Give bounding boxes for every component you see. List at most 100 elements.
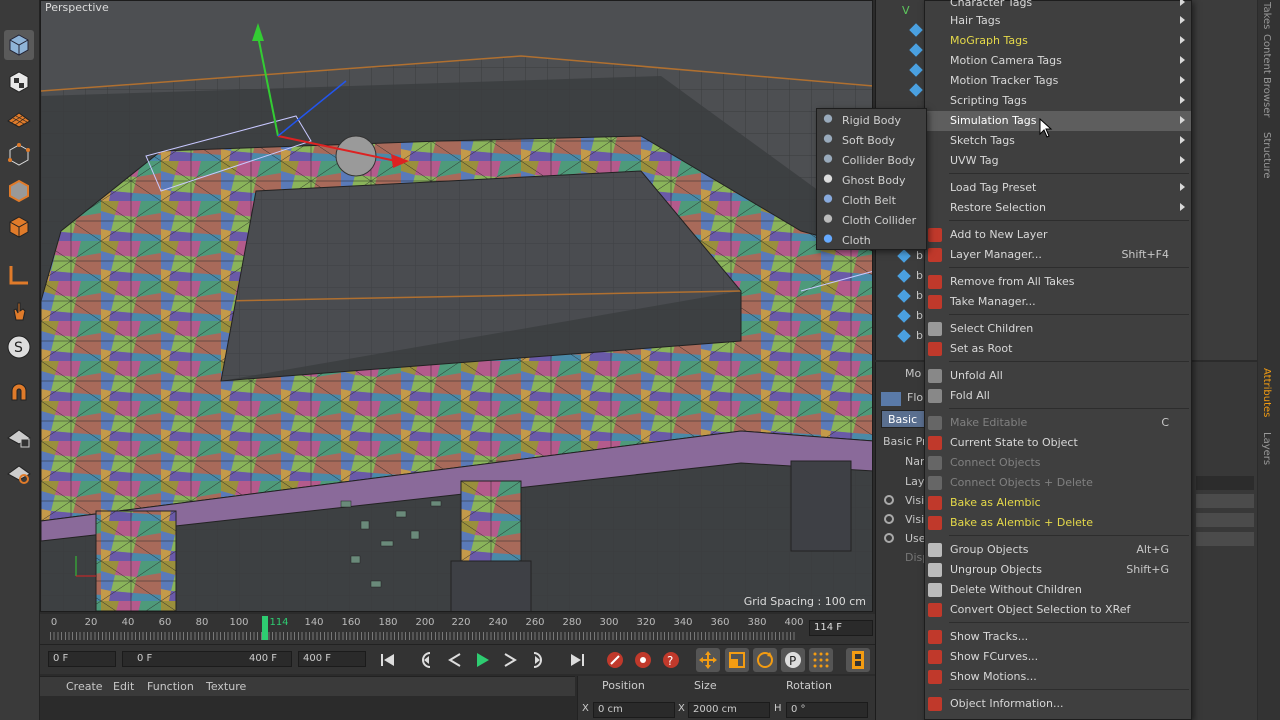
go-to-start-button[interactable] [376, 648, 400, 672]
polygons-mode-button[interactable] [4, 212, 34, 242]
cube-object-icon[interactable] [897, 269, 911, 283]
object-name-label[interactable]: b [916, 289, 923, 302]
viewport-camera-label[interactable]: Perspective [45, 1, 109, 14]
menu-item-bake-as-alembic[interactable]: Bake as Alembic [925, 493, 1191, 513]
timeline-window-button[interactable] [846, 648, 870, 672]
autokey-button[interactable] [631, 648, 655, 672]
menu-item-scripting-tags[interactable]: Scripting Tags [925, 91, 1191, 111]
menu-item-uvw-tag[interactable]: UVW Tag [925, 151, 1191, 171]
model-mode-button[interactable] [4, 30, 34, 60]
visible-editor-radio[interactable] [884, 495, 894, 505]
menu-item-set-as-root[interactable]: Set as Root [925, 339, 1191, 359]
workplane-button[interactable] [4, 103, 34, 133]
current-frame-field[interactable]: 114 F [809, 620, 873, 636]
3d-viewport[interactable]: Perspective Grid Spacing : 100 cm [40, 0, 873, 612]
tab-content-browser[interactable]: Content Browser [1261, 34, 1272, 117]
menu-item-simulation-tags[interactable]: Simulation Tags [925, 111, 1191, 131]
menu-item-show-fcurves[interactable]: Show FCurves... [925, 647, 1191, 667]
menu-item-take-manager[interactable]: Take Manager... [925, 292, 1191, 312]
preview-range-slider[interactable]: 0 F 400 F [122, 651, 292, 667]
submenu-item-cloth-belt[interactable]: Cloth Belt [817, 190, 926, 210]
tab-layers[interactable]: Layers [1261, 432, 1272, 465]
submenu-item-cloth[interactable]: Cloth [817, 230, 926, 250]
menu-item-sketch-tags[interactable]: Sketch Tags [925, 131, 1191, 151]
planar-workplane-button[interactable] [4, 458, 34, 488]
pos-x-field[interactable]: 0 cm [593, 702, 675, 718]
material-list-area[interactable] [40, 697, 575, 720]
rot-h-field[interactable]: 0 ° [786, 702, 868, 718]
layer-field[interactable] [1196, 476, 1254, 490]
menu-item-show-tracks[interactable]: Show Tracks... [925, 627, 1191, 647]
menu-item-fold-all[interactable]: Fold All [925, 386, 1191, 406]
tab-attributes[interactable]: Attributes [1261, 368, 1272, 417]
menu-edit[interactable]: Edit [113, 680, 134, 693]
menu-item-unfold-all[interactable]: Unfold All [925, 366, 1191, 386]
menu-item-motion-tracker-tags[interactable]: Motion Tracker Tags [925, 71, 1191, 91]
use-color-radio[interactable] [884, 533, 894, 543]
submenu-item-rigid-body[interactable]: Rigid Body [817, 110, 926, 130]
menu-item-connect-objects-delete[interactable]: Connect Objects + Delete [925, 473, 1191, 493]
timeline-playhead[interactable] [262, 616, 268, 640]
timeline-ruler[interactable] [50, 632, 795, 640]
go-to-end-button[interactable] [565, 648, 589, 672]
menu-item-hair-tags[interactable]: Hair Tags [925, 11, 1191, 31]
timeline[interactable]: 0 20 40 60 80 100 114 140 160 180 200 220 240 260 280 3… [40, 614, 875, 644]
cube-object-icon[interactable] [897, 329, 911, 343]
menu-item-load-tag-preset[interactable]: Load Tag Preset [925, 178, 1191, 198]
menu-item-group-objects[interactable]: Group Objects Alt+G [925, 540, 1191, 560]
menu-texture[interactable]: Texture [206, 680, 246, 693]
attr-mode-label[interactable]: Mo [905, 367, 921, 380]
end-frame-field[interactable]: 400 F [298, 651, 366, 667]
menu-item-delete-without-children[interactable]: Delete Without Children [925, 580, 1191, 600]
object-name-label[interactable]: b [916, 269, 923, 282]
cube-object-icon[interactable] [909, 23, 923, 37]
cube-object-icon[interactable] [897, 309, 911, 323]
prev-key-button[interactable] [414, 648, 438, 672]
menu-item-mograph-tags[interactable]: MoGraph Tags [925, 31, 1191, 51]
menu-item-show-motions[interactable]: Show Motions... [925, 667, 1191, 687]
cube-object-icon[interactable] [897, 289, 911, 303]
snap-button[interactable]: S [4, 332, 34, 362]
points-mode-button[interactable] [4, 140, 34, 170]
menu-item-connect-objects[interactable]: Connect Objects [925, 453, 1191, 473]
prev-frame-button[interactable] [443, 648, 467, 672]
object-name-label[interactable]: b [916, 249, 923, 262]
tab-structure[interactable]: Structure [1261, 132, 1272, 179]
object-root-label[interactable]: V [902, 4, 910, 17]
next-frame-button[interactable] [498, 648, 522, 672]
visible-editor-dropdown[interactable] [1196, 494, 1254, 508]
cube-object-icon[interactable] [909, 83, 923, 97]
next-key-button[interactable] [526, 648, 550, 672]
submenu-item-soft-body[interactable]: Soft Body [817, 130, 926, 150]
menu-item-make-editable[interactable]: Make Editable C [925, 413, 1191, 433]
menu-item-object-information[interactable]: Object Information... [925, 694, 1191, 714]
cube-object-icon[interactable] [909, 43, 923, 57]
submenu-item-cloth-collider[interactable]: Cloth Collider [817, 210, 926, 230]
locked-workplane-button[interactable] [4, 422, 34, 452]
cube-object-icon[interactable] [897, 249, 911, 263]
visible-renderer-radio[interactable] [884, 514, 894, 524]
key-position-button[interactable] [696, 648, 720, 672]
size-x-field[interactable]: 2000 cm [688, 702, 770, 718]
visible-renderer-dropdown[interactable] [1196, 513, 1254, 527]
submenu-item-collider-body[interactable]: Collider Body [817, 150, 926, 170]
start-frame-field[interactable]: 0 F [48, 651, 116, 667]
edges-mode-button[interactable] [4, 176, 34, 206]
menu-function[interactable]: Function [147, 680, 194, 693]
play-button[interactable] [470, 648, 494, 672]
tweak-mode-button[interactable] [4, 296, 34, 326]
menu-item-restore-selection[interactable]: Restore Selection [925, 198, 1191, 218]
menu-item-add-to-new-layer[interactable]: Add to New Layer [925, 225, 1191, 245]
menu-item-current-state-to-object[interactable]: Current State to Object [925, 433, 1191, 453]
menu-item-convert-object-selection-to-xref[interactable]: Convert Object Selection to XRef [925, 600, 1191, 620]
axis-mode-button[interactable] [4, 260, 34, 290]
use-color-dropdown[interactable] [1196, 532, 1254, 546]
key-rotation-button[interactable] [753, 648, 777, 672]
magnet-button[interactable] [4, 378, 34, 408]
cube-object-icon[interactable] [909, 63, 923, 77]
menu-item-motion-camera-tags[interactable]: Motion Camera Tags [925, 51, 1191, 71]
tab-basic[interactable]: Basic [881, 410, 925, 428]
key-scale-button[interactable] [725, 648, 749, 672]
object-name-label[interactable]: b [916, 329, 923, 342]
texture-mode-button[interactable] [4, 67, 34, 97]
